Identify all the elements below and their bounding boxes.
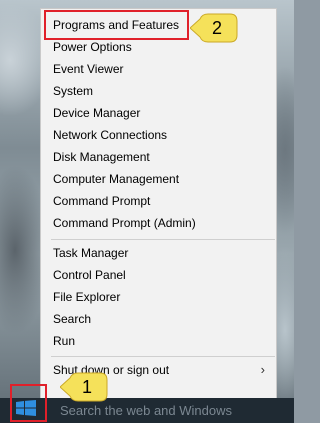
menu-item-file-explorer[interactable]: File Explorer (42, 286, 275, 308)
menu-item-device-manager[interactable]: Device Manager (42, 102, 275, 124)
menu-separator (51, 356, 275, 357)
callout-number: 2 (211, 18, 222, 38)
winx-power-user-menu: Programs and Features Power Options Even… (40, 8, 277, 408)
menu-item-command-prompt[interactable]: Command Prompt (42, 190, 275, 212)
menu-item-command-prompt-admin[interactable]: Command Prompt (Admin) (42, 212, 275, 234)
chevron-right-icon: › (260, 362, 265, 377)
menu-item-disk-management[interactable]: Disk Management (42, 146, 275, 168)
menu-item-task-manager[interactable]: Task Manager (42, 242, 275, 264)
menu-item-control-panel[interactable]: Control Panel (42, 264, 275, 286)
menu-separator (51, 239, 275, 240)
menu-item-network-connections[interactable]: Network Connections (42, 124, 275, 146)
callout-step-2: 2 (190, 13, 238, 43)
callout-number: 1 (81, 377, 92, 397)
menu-item-computer-management[interactable]: Computer Management (42, 168, 275, 190)
menu-item-system[interactable]: System (42, 80, 275, 102)
highlight-start-button (10, 384, 47, 422)
menu-item-event-viewer[interactable]: Event Viewer (42, 58, 275, 80)
menu-item-run[interactable]: Run (42, 330, 275, 352)
highlight-programs-and-features (44, 10, 189, 40)
callout-step-1: 1 (60, 372, 108, 402)
menu-item-search[interactable]: Search (42, 308, 275, 330)
